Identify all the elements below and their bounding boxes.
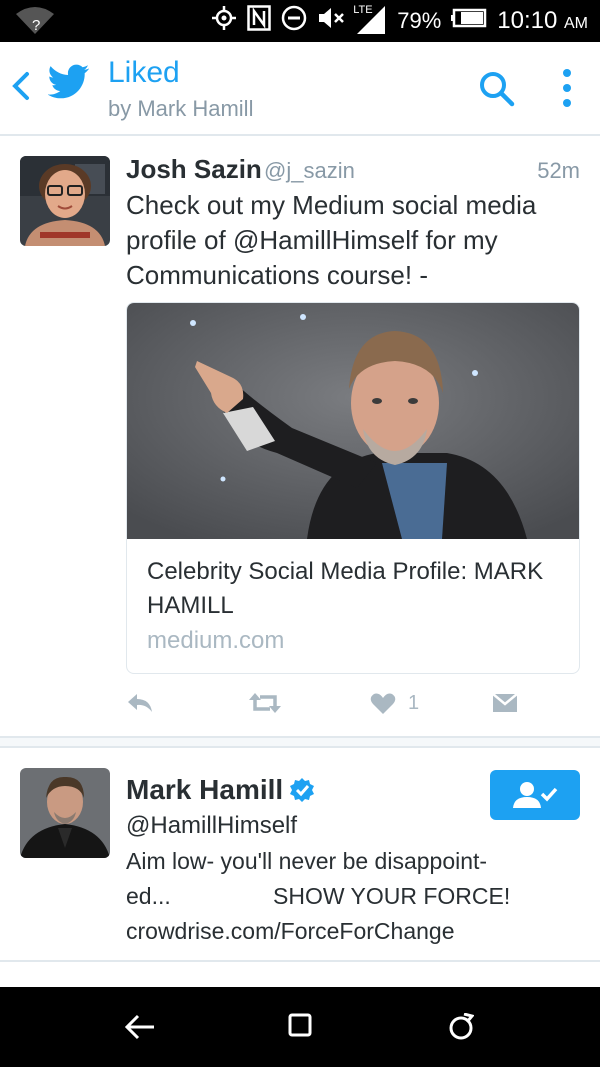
network-badge: ? bbox=[32, 17, 40, 34]
mute-icon bbox=[317, 6, 345, 36]
nav-home-button[interactable] bbox=[288, 1013, 312, 1042]
tweet-text: Check out my Medium social media profile… bbox=[126, 190, 537, 290]
like-count: 1 bbox=[408, 692, 420, 714]
tweet[interactable]: Josh Sazin @j_sazin 52m Check out my Med… bbox=[0, 138, 600, 736]
clock: 10:10 AM bbox=[497, 7, 588, 34]
lte-label: LTE bbox=[353, 4, 373, 16]
envelope-icon bbox=[492, 693, 518, 712]
app-bar: Liked by Mark Hamill bbox=[0, 42, 600, 136]
back-arrow-icon bbox=[124, 1014, 154, 1040]
chevron-left-icon bbox=[12, 72, 29, 100]
tweet-author-handle[interactable]: @j_sazin bbox=[264, 158, 355, 184]
recents-icon bbox=[449, 1012, 475, 1040]
section-divider bbox=[0, 736, 600, 748]
user-name-row[interactable]: Mark Hamill bbox=[126, 774, 315, 806]
page-subtitle: by Mark Hamill bbox=[108, 96, 254, 121]
page-title: Liked bbox=[108, 56, 180, 89]
search-icon bbox=[480, 72, 515, 107]
link-card[interactable]: Celebrity Social Media Profile: MARK HAM… bbox=[126, 302, 580, 674]
user-handle[interactable]: @HamillHimself bbox=[126, 812, 297, 840]
tweet-author-name[interactable]: Josh Sazin bbox=[126, 154, 262, 185]
avatar[interactable] bbox=[20, 768, 110, 858]
tweet-timestamp: 52m bbox=[537, 158, 580, 183]
search-button[interactable] bbox=[478, 70, 516, 113]
system-nav-bar bbox=[0, 987, 600, 1067]
battery-percent: 79% bbox=[397, 8, 442, 33]
user-bio: Aim low- you'll never be disappoint- ed.… bbox=[126, 848, 511, 944]
like-button[interactable]: 1 bbox=[370, 692, 419, 715]
user-name[interactable]: Mark Hamill bbox=[126, 774, 283, 806]
nav-back-button[interactable] bbox=[124, 1013, 156, 1046]
heart-icon bbox=[370, 693, 396, 714]
user-card[interactable]: Mark Hamill @HamillHimself Aim low- you'… bbox=[0, 748, 600, 962]
verified-badge-icon bbox=[290, 778, 315, 802]
back-button[interactable] bbox=[10, 70, 32, 107]
twitter-bird-icon bbox=[47, 64, 90, 105]
wifi-icon: ? bbox=[14, 6, 56, 41]
following-button[interactable] bbox=[490, 770, 580, 820]
retweet-button[interactable] bbox=[248, 692, 282, 714]
status-bar: ? LTE 79% 10:10 AM bbox=[0, 0, 600, 42]
link-card-domain: medium.com bbox=[147, 627, 285, 654]
retweet-icon bbox=[249, 693, 281, 713]
reply-icon bbox=[128, 694, 152, 712]
more-vertical-icon bbox=[563, 69, 571, 107]
overflow-menu-button[interactable] bbox=[562, 68, 572, 113]
battery-icon bbox=[451, 8, 487, 34]
person-check-icon bbox=[513, 782, 558, 808]
nfc-icon bbox=[247, 5, 271, 37]
nav-recents-button[interactable] bbox=[448, 1012, 475, 1046]
tweet-actions: 1 bbox=[126, 692, 580, 722]
reply-button[interactable] bbox=[126, 692, 154, 714]
avatar[interactable] bbox=[20, 156, 110, 246]
link-card-title: Celebrity Social Media Profile: MARK HAM… bbox=[147, 558, 544, 619]
do-not-disturb-icon bbox=[281, 5, 307, 37]
link-card-image bbox=[127, 303, 579, 539]
direct-message-button[interactable] bbox=[492, 692, 518, 714]
square-icon bbox=[288, 1013, 312, 1037]
signal-icon: LTE bbox=[353, 4, 387, 36]
location-icon bbox=[211, 5, 237, 37]
